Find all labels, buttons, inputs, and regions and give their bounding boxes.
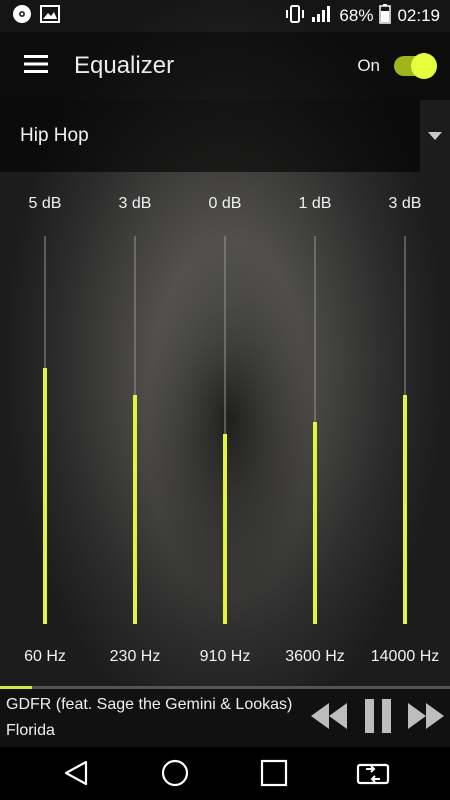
image-icon: [40, 4, 60, 28]
dual-window-icon: [356, 760, 390, 791]
pause-icon: [363, 698, 393, 738]
preset-dropdown-arrow[interactable]: [420, 100, 450, 172]
recents-square-icon: [260, 759, 288, 792]
system-navigation-bar: [0, 747, 450, 800]
eq-band-60hz: 5 dB 60 Hz: [0, 192, 90, 672]
band-gain-label: 3 dB: [118, 195, 152, 212]
eq-band-910hz: 0 dB 910 Hz: [180, 192, 270, 672]
band-slider-fill[interactable]: [403, 395, 407, 624]
band-slider-fill[interactable]: [133, 395, 137, 624]
band-slider-fill[interactable]: [223, 434, 227, 624]
band-frequency-label: 3600 Hz: [285, 648, 345, 665]
pause-button[interactable]: [360, 698, 396, 738]
home-circle-icon: [160, 758, 190, 793]
band-gain-label: 3 dB: [388, 195, 422, 212]
status-bar: 68% 02:19: [0, 0, 450, 32]
band-gain-label: 5 dB: [28, 195, 62, 212]
band-frequency-label: 60 Hz: [24, 648, 66, 665]
band-frequency-label: 14000 Hz: [370, 648, 440, 665]
equalizer-toggle[interactable]: [394, 53, 437, 79]
back-triangle-icon: [62, 759, 90, 792]
song-title: GDFR (feat. Sage the Gemini & Lookas): [6, 696, 293, 713]
menu-button[interactable]: [12, 42, 60, 90]
music-disc-icon: [12, 4, 32, 29]
preset-dropdown[interactable]: Hip Hop: [0, 100, 420, 172]
band-frequency-label: 910 Hz: [199, 648, 251, 665]
eq-band-230hz: 3 dB 230 Hz: [90, 192, 180, 672]
battery-percent: 68%: [339, 6, 374, 25]
mini-player[interactable]: GDFR (feat. Sage the Gemini & Lookas) Fl…: [0, 689, 450, 747]
back-button[interactable]: [56, 755, 96, 795]
preset-selected-value: Hip Hop: [20, 125, 89, 146]
fast-forward-icon: [406, 702, 446, 734]
app-bar: Equalizer On: [0, 32, 450, 100]
band-gain-label: 0 dB: [208, 195, 242, 212]
page-title: Equalizer: [74, 52, 175, 79]
equalizer-screen: 68% 02:19 Equalizer On Hip Hop 5 dB 60 H…: [0, 0, 450, 800]
equalizer-toggle-label: On: [357, 56, 380, 75]
home-button[interactable]: [155, 755, 195, 795]
dual-window-button[interactable]: [353, 755, 393, 795]
signal-icon: [311, 5, 333, 28]
band-gain-label: 1 dB: [298, 195, 332, 212]
dropdown-triangle-icon: [428, 127, 442, 145]
clock: 02:19: [397, 6, 440, 25]
toggle-knob: [411, 53, 437, 79]
band-slider-fill[interactable]: [43, 368, 47, 624]
vibrate-icon: [285, 4, 305, 28]
eq-band-3600hz: 1 dB 3600 Hz: [270, 192, 360, 672]
hamburger-menu-icon: [24, 54, 48, 78]
next-button[interactable]: [405, 699, 447, 737]
previous-button[interactable]: [308, 699, 350, 737]
band-slider-fill[interactable]: [313, 422, 317, 624]
band-frequency-label: 230 Hz: [109, 648, 161, 665]
eq-band-14000hz: 3 dB 14000 Hz: [360, 192, 450, 672]
artist-name: Florida: [6, 722, 55, 739]
battery-icon: [379, 3, 392, 29]
rewind-icon: [309, 702, 349, 734]
recents-button[interactable]: [254, 755, 294, 795]
